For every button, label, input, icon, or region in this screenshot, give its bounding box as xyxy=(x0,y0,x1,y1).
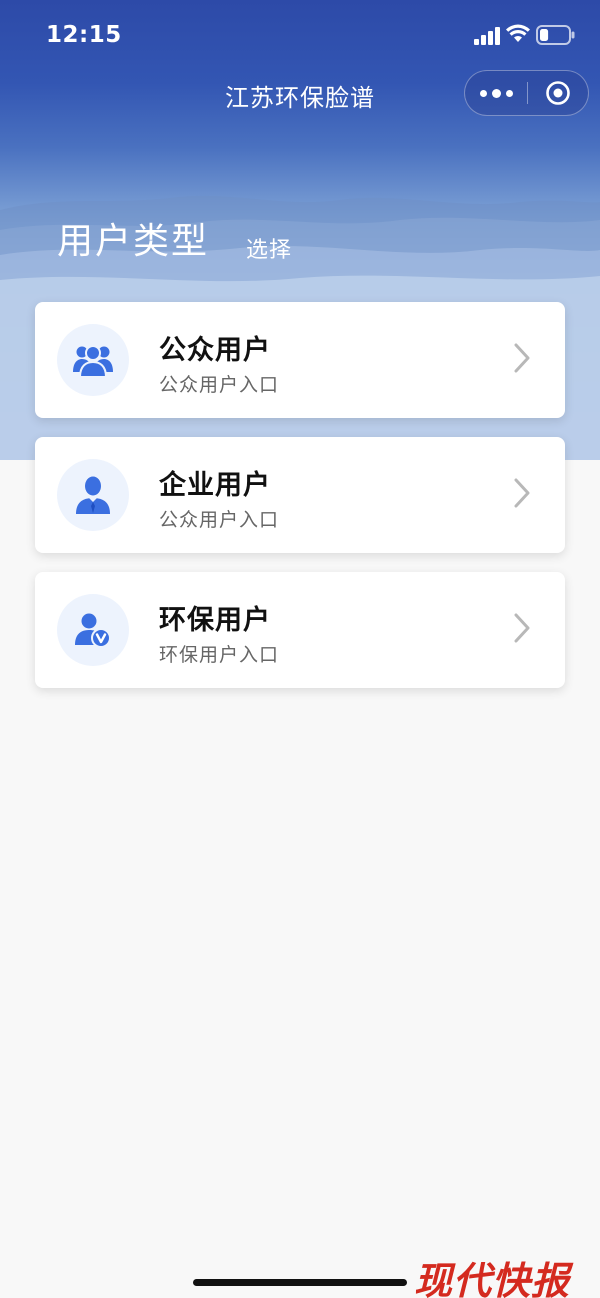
home-indicator[interactable] xyxy=(193,1279,407,1286)
section-heading: 用户类型 xyxy=(57,221,210,262)
verified-user-icon xyxy=(57,594,129,666)
card-title: 公众用户 xyxy=(159,335,271,366)
card-description: 环保用户入口 xyxy=(159,644,280,666)
group-users-icon xyxy=(57,324,129,396)
section-subheading: 选择 xyxy=(246,238,293,263)
card-title: 企业用户 xyxy=(159,470,271,501)
status-time: 12:15 xyxy=(46,22,122,48)
watermark-logo: 现代快报 xyxy=(414,1258,571,1298)
business-user-icon xyxy=(57,459,129,531)
card-description: 公众用户入口 xyxy=(159,374,280,396)
user-type-card-enterprise[interactable]: 企业用户 公众用户入口 xyxy=(35,437,565,553)
chevron-right-icon xyxy=(513,342,531,378)
user-type-card-public[interactable]: 公众用户 公众用户入口 xyxy=(35,302,565,418)
card-description: 公众用户入口 xyxy=(159,509,280,531)
miniprogram-capsule xyxy=(464,70,589,116)
chevron-right-icon xyxy=(513,612,531,648)
more-dots-icon[interactable] xyxy=(465,71,527,115)
battery-icon xyxy=(536,25,576,49)
card-title: 环保用户 xyxy=(159,605,271,636)
wifi-icon xyxy=(506,24,530,48)
signal-bars-icon xyxy=(474,27,502,49)
user-type-card-environmental[interactable]: 环保用户 环保用户入口 xyxy=(35,572,565,688)
target-close-icon[interactable] xyxy=(528,71,588,115)
status-bar: 12:15 xyxy=(0,0,600,72)
chevron-right-icon xyxy=(513,477,531,513)
